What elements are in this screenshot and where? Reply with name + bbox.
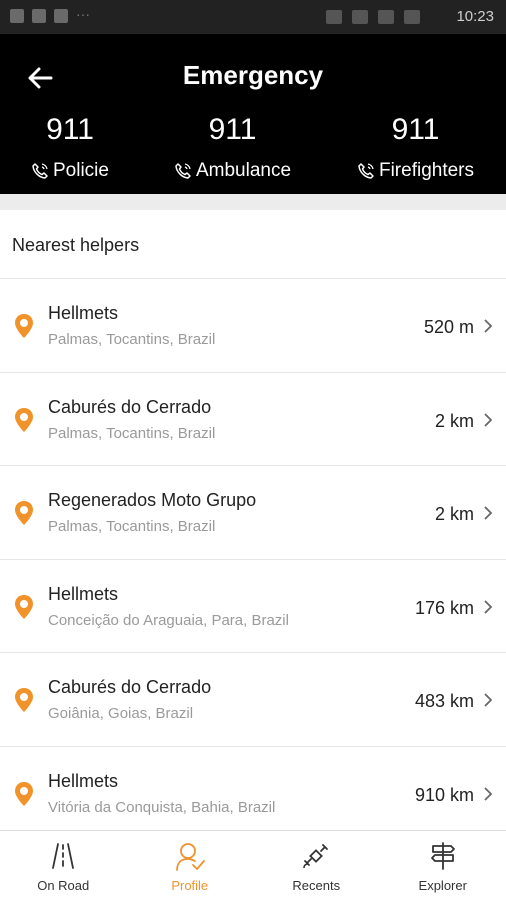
wifi-icon [352, 10, 368, 24]
system-icons [326, 10, 420, 24]
emergency-numbers: 911 Policie 911 Ambulance 911 Firefighte… [0, 112, 506, 182]
road-icon [52, 843, 75, 869]
firefighters-label: Firefighters [325, 160, 506, 182]
emergency-header: Emergency 911 Policie 911 Ambulance 911 … [0, 34, 506, 194]
helper-row[interactable]: Caburés do Cerrado Palmas, Tocantins, Br… [0, 371, 506, 465]
helper-name: Regenerados Moto Grupo [48, 490, 257, 510]
helper-distance: 483 km [414, 691, 474, 711]
helper-name: Caburés do Cerrado [48, 396, 212, 417]
mute-icon [326, 10, 342, 24]
helper-distance: 176 km [414, 597, 474, 618]
helper-location: Palmas, Tocantins, Brazil [48, 331, 216, 348]
bottom-tab-bar: On Road Profile Recents Explorer [0, 830, 506, 900]
location-pin-icon [15, 688, 33, 712]
tab-explorer[interactable]: Explorer [380, 831, 506, 900]
police-label-text: Policie [53, 160, 109, 181]
tab-on-road[interactable]: On Road [0, 831, 127, 900]
firefighters-label-text: Firefighters [378, 160, 475, 181]
location-pin-icon [15, 781, 33, 806]
ambulance-number: 911 [208, 113, 257, 146]
ambulance-label-text: Ambulance [195, 160, 292, 181]
firefighters-number: 911 [391, 113, 440, 146]
helper-row[interactable]: Hellmets Conceição do Araguaia, Para, Br… [0, 558, 506, 652]
chevron-right-icon [484, 412, 493, 427]
notification-icon [32, 9, 46, 23]
chevron-right-icon [484, 506, 493, 520]
helper-location: Goiânia, Goias, Brazil [48, 705, 194, 722]
signal-icon [378, 10, 394, 24]
chevron-right-icon [484, 599, 493, 614]
helper-row[interactable]: Hellmets Vitória da Conquista, Bahia, Br… [0, 745, 506, 839]
chevron-right-icon [484, 786, 493, 801]
location-pin-icon [15, 314, 33, 338]
tab-profile-label: Profile [171, 878, 209, 893]
helper-location: Conceição do Araguaia, Para, Brazil [48, 611, 289, 629]
police-number: 911 [46, 113, 94, 146]
helper-name: Hellmets [48, 770, 119, 791]
police-call-button[interactable]: 911 Policie [0, 112, 140, 182]
helper-row[interactable]: Regenerados Moto Grupo Palmas, Tocantins… [0, 465, 506, 559]
location-pin-icon [15, 501, 33, 525]
location-pin-icon [15, 407, 33, 432]
helper-name: Hellmets [48, 303, 119, 323]
ambulance-label: Ambulance [140, 160, 325, 182]
phone-icon [175, 163, 191, 179]
helper-location: Palmas, Tocantins, Brazil [48, 424, 216, 442]
section-title: Nearest helpers [12, 235, 140, 255]
helpers-list: Hellmets Palmas, Tocantins, Brazil 520 m… [0, 278, 506, 839]
ambulance-call-button[interactable]: 911 Ambulance [140, 112, 325, 182]
tab-explorer-label: Explorer [418, 878, 467, 893]
more-notifications-icon: ··· [76, 6, 90, 22]
police-label: Policie [0, 160, 140, 182]
helper-distance: 910 km [414, 784, 474, 805]
tab-recents-label: Recents [292, 878, 341, 893]
helper-distance: 2 km [434, 504, 474, 524]
tab-recents[interactable]: Recents [253, 831, 380, 900]
location-pin-icon [15, 594, 33, 619]
chevron-right-icon [484, 693, 493, 707]
helper-location: Palmas, Tocantins, Brazil [48, 518, 216, 535]
helper-distance: 520 m [423, 317, 474, 337]
battery-icon [404, 10, 420, 24]
satellite-icon [303, 844, 329, 869]
helper-row[interactable]: Hellmets Palmas, Tocantins, Brazil 520 m [0, 278, 506, 372]
helper-location: Vitória da Conquista, Bahia, Brazil [48, 798, 276, 816]
status-time: 10:23 [456, 8, 494, 25]
phone-icon [32, 163, 48, 179]
section-divider [0, 194, 506, 210]
page-title: Emergency [182, 60, 324, 90]
status-bar: ··· 10:23 [0, 0, 506, 34]
helper-row[interactable]: Caburés do Cerrado Goiânia, Goias, Brazi… [0, 652, 506, 746]
notification-icon [54, 9, 68, 23]
notification-icons: ··· [10, 6, 90, 23]
chevron-right-icon [484, 319, 493, 333]
helper-distance: 2 km [434, 410, 474, 431]
helper-name: Hellmets [48, 583, 119, 604]
signpost-icon [430, 842, 455, 870]
helper-name: Caburés do Cerrado [48, 677, 212, 697]
firefighters-call-button[interactable]: 911 Firefighters [325, 112, 506, 182]
phone-icon [358, 163, 374, 179]
profile-icon [175, 843, 205, 871]
tab-profile[interactable]: Profile [127, 831, 254, 900]
notification-icon [10, 9, 24, 23]
tab-on-road-label: On Road [37, 878, 90, 893]
